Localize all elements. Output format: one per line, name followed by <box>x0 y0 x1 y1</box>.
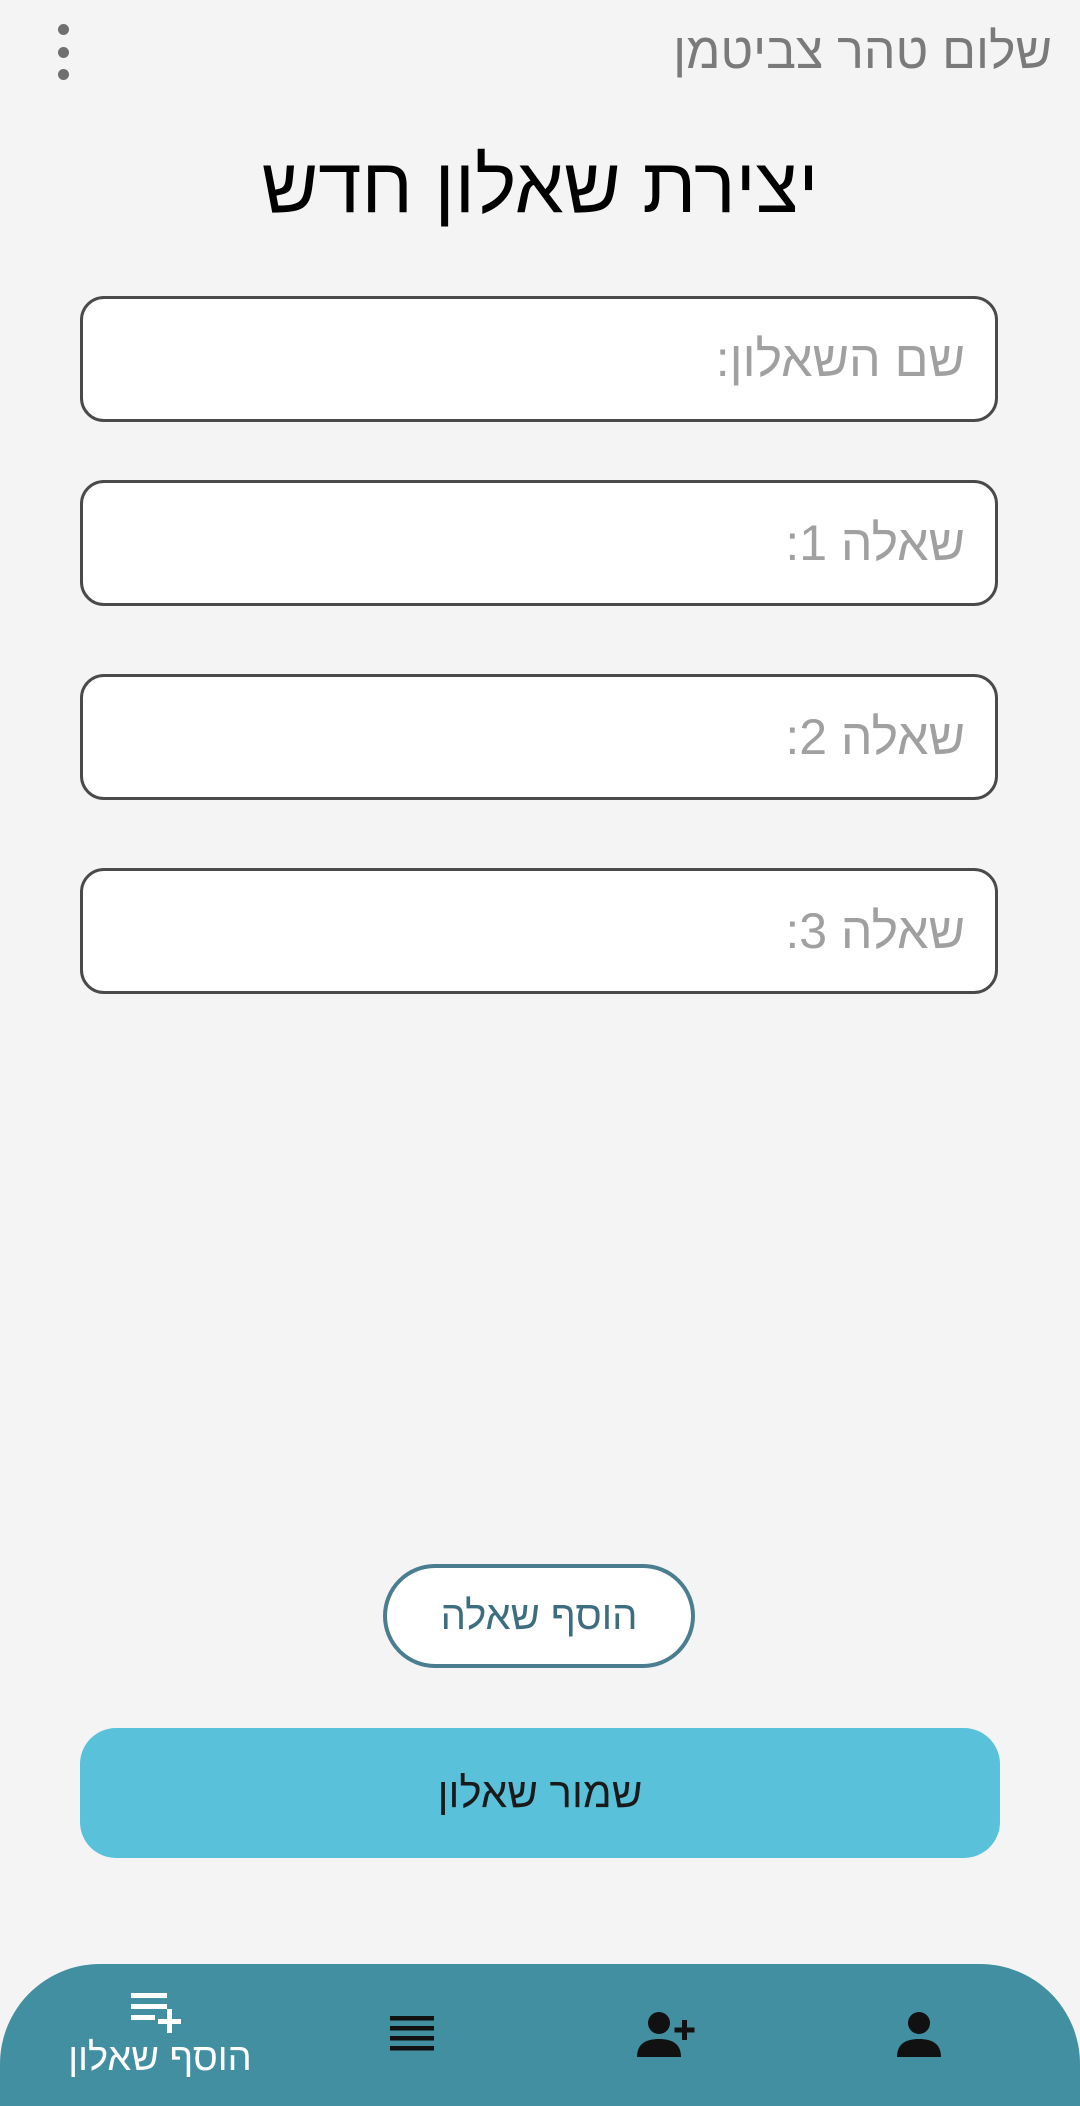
question-1-input[interactable] <box>80 480 998 606</box>
person-icon <box>897 2012 941 2057</box>
question-3-input[interactable] <box>80 868 998 994</box>
nav-item-questionnaire-list[interactable] <box>303 1964 523 2106</box>
user-greeting: שלום טהר צביטמן <box>673 23 1052 79</box>
playlist-add-icon <box>131 1992 181 2033</box>
save-questionnaire-label: שמור שאלון <box>437 1769 643 1816</box>
nav-item-add-questionnaire[interactable]: הוסף שאלון <box>50 1964 270 2106</box>
save-questionnaire-button[interactable]: שמור שאלון <box>80 1728 1000 1858</box>
questionnaire-name-input[interactable] <box>80 296 998 422</box>
add-question-label: הוסף שאלה <box>440 1593 638 1638</box>
nav-label-add-questionnaire: הוסף שאלון <box>68 2036 252 2079</box>
nav-item-add-user[interactable] <box>556 1964 776 2106</box>
menu-dot <box>57 69 69 80</box>
nav-item-profile[interactable] <box>809 1964 1029 2106</box>
menu-dot <box>57 24 69 35</box>
list-icon <box>390 2016 434 2051</box>
menu-dot <box>57 46 69 58</box>
bottom-navigation: הוסף שאלון <box>0 1964 1080 2106</box>
more-vertical-icon[interactable] <box>44 24 82 80</box>
top-bar: שלום טהר צביטמן <box>0 0 1080 110</box>
person-add-icon <box>637 2012 695 2057</box>
add-question-button[interactable]: הוסף שאלה <box>383 1564 695 1668</box>
question-2-input[interactable] <box>80 674 998 800</box>
page-title: יצירת שאלון חדש <box>261 141 819 229</box>
